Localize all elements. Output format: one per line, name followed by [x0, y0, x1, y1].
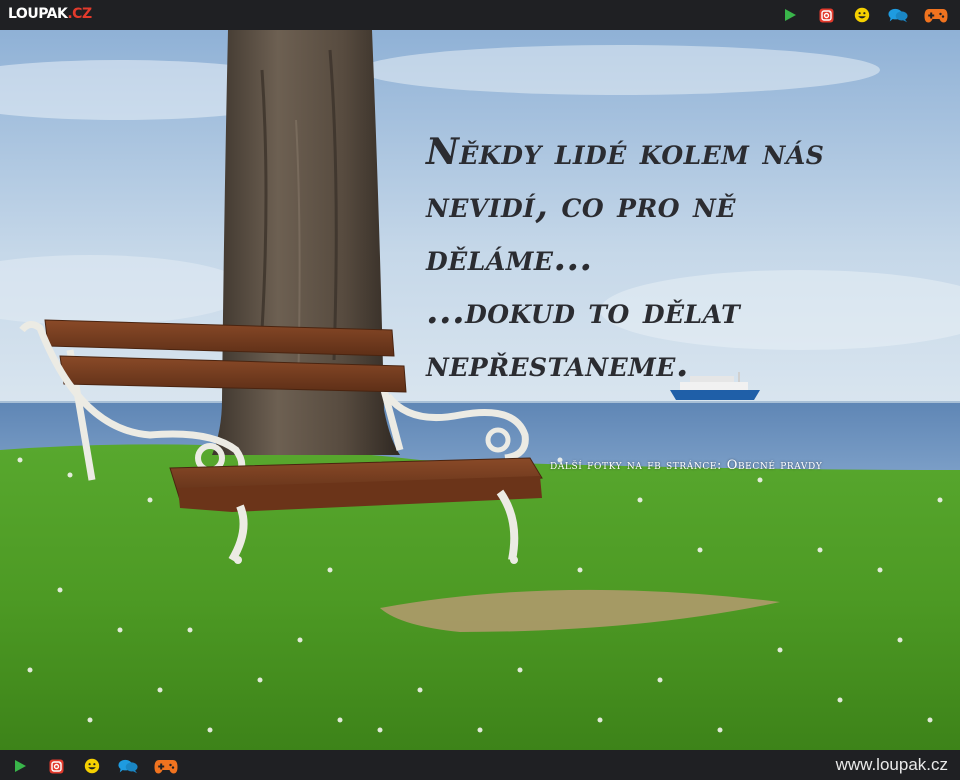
meme-image: Někdy lidé kolem nás nevidí, co pro ně d… — [0, 30, 960, 750]
quote-text: Někdy lidé kolem nás nevidí, co pro ně d… — [426, 126, 946, 391]
chat-icon[interactable] — [118, 756, 138, 776]
top-icon-group — [780, 5, 948, 25]
quote-line: Někdy lidé kolem nás — [426, 131, 825, 173]
photo-credit: další fotky na fb stránce: Obecné pravdy — [550, 458, 823, 473]
logo-tld: .CZ — [67, 6, 92, 22]
smiley-icon[interactable] — [82, 756, 102, 776]
quote-line: nepřestaneme. — [426, 343, 689, 385]
site-url-link[interactable]: www.loupak.cz — [836, 755, 948, 775]
smiley-icon[interactable] — [852, 5, 872, 25]
chat-icon[interactable] — [888, 5, 908, 25]
top-bar: LOUPAK.CZ — [0, 0, 960, 30]
logo-text: LOUPAK — [8, 6, 68, 22]
quote-line: děláme... — [426, 237, 593, 279]
instagram-icon[interactable] — [816, 5, 836, 25]
site-logo[interactable]: LOUPAK.CZ — [8, 6, 92, 22]
gamepad-icon[interactable] — [154, 756, 178, 776]
gamepad-icon[interactable] — [924, 5, 948, 25]
quote-line: nevidí, co pro ně — [426, 184, 736, 226]
play-icon[interactable] — [780, 5, 800, 25]
bottom-icon-group — [10, 756, 178, 776]
play-icon[interactable] — [10, 756, 30, 776]
bottom-bar: www.loupak.cz — [0, 750, 960, 780]
quote-line: ...dokud to dělat — [426, 290, 741, 332]
instagram-icon[interactable] — [46, 756, 66, 776]
